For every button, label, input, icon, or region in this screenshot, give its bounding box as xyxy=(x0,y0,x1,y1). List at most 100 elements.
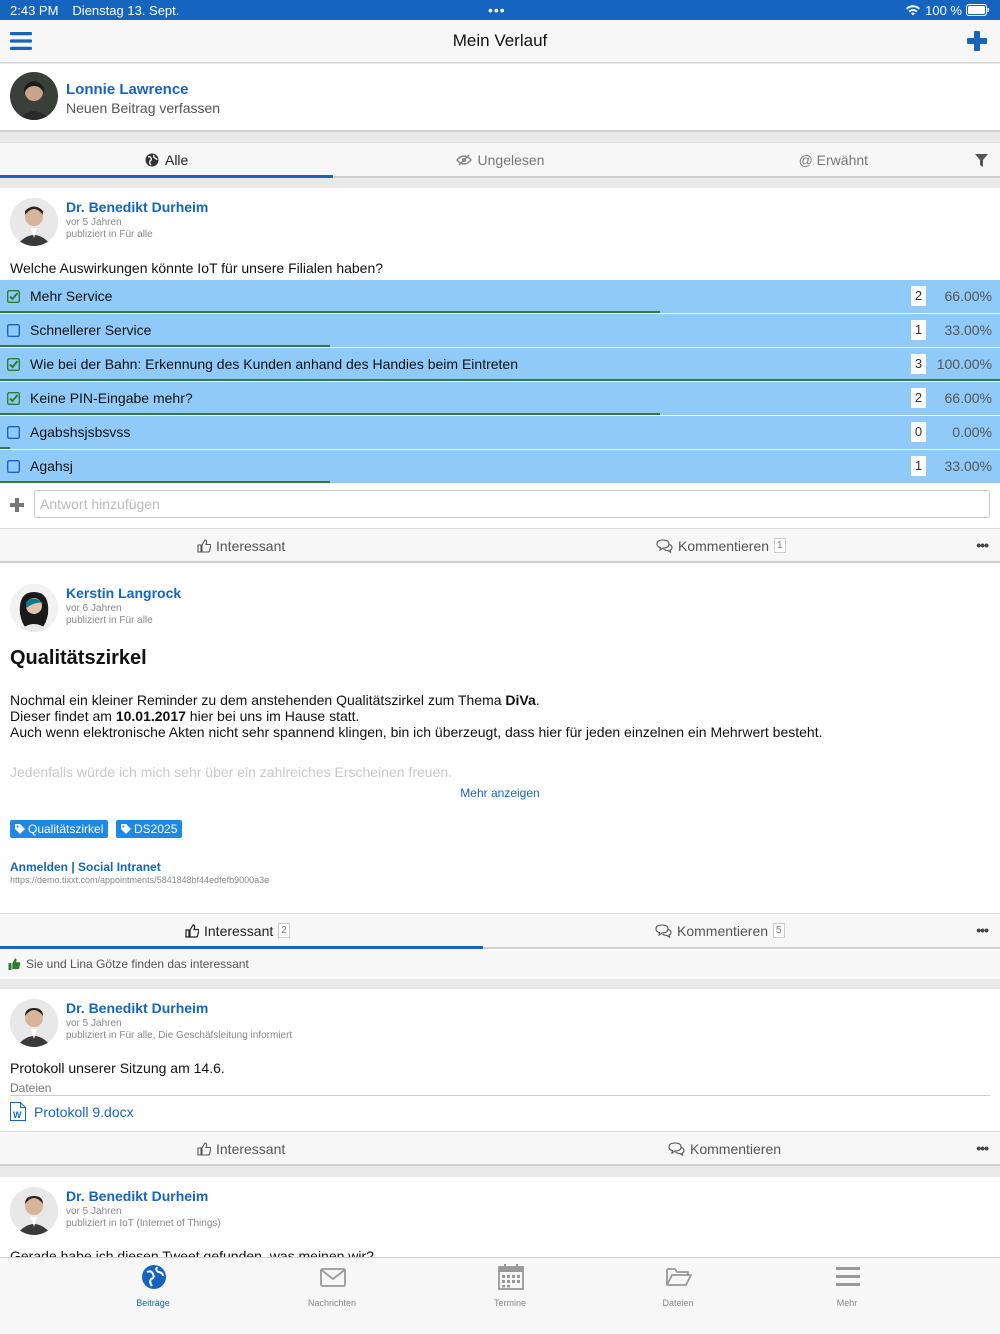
likers-row[interactable]: Sie und Lina Götze finden das interessan… xyxy=(0,950,1000,977)
tab-files[interactable]: Dateien xyxy=(623,1258,733,1318)
comments-icon xyxy=(668,1141,685,1156)
plus-icon[interactable] xyxy=(10,498,24,512)
poll-option[interactable]: Agabshsjsbsvss 0 0.00% xyxy=(0,416,1000,449)
tab-more[interactable]: Mehr xyxy=(792,1258,902,1318)
thumbs-up-icon xyxy=(185,923,199,938)
poll-option[interactable]: Keine PIN-Eingabe mehr? 2 66.00% xyxy=(0,382,1000,415)
thumbs-up-icon xyxy=(197,1141,211,1156)
envelope-icon xyxy=(320,1268,346,1287)
checkbox-checked-icon[interactable] xyxy=(7,290,20,303)
composer[interactable]: Lonnie Lawrence Neuen Beitrag verfassen xyxy=(0,64,1000,132)
checkbox-checked-icon[interactable] xyxy=(7,358,20,371)
app-root: 2:43 PM Dienstag 13. Sept. ••• 100 % Mei… xyxy=(0,0,1000,1334)
post-card-article: Kerstin Langrock vor 6 Jahren publiziert… xyxy=(0,574,1000,979)
likers-text: Sie und Lina Götze finden das interessan… xyxy=(26,956,249,971)
multitask-dots-icon[interactable]: ••• xyxy=(488,3,506,17)
add-post-plus-icon[interactable] xyxy=(966,30,988,52)
post-time[interactable]: vor 5 Jahren xyxy=(66,1018,122,1029)
calendar-icon xyxy=(498,1264,524,1290)
composer-prompt[interactable]: Neuen Beitrag verfassen xyxy=(66,100,220,116)
add-answer-row xyxy=(0,486,1000,526)
like-button[interactable]: Interessant 2 xyxy=(185,914,290,947)
tab-posts[interactable]: Beiträge xyxy=(98,1258,208,1318)
comment-button[interactable]: Kommentieren xyxy=(668,1132,781,1165)
post-author[interactable]: Dr. Benedikt Durheim xyxy=(66,199,208,215)
post-actions: Interessant Kommentieren ••• xyxy=(0,1131,1000,1166)
link-preview-title[interactable]: Anmelden | Social Intranet xyxy=(10,860,161,874)
poll-percent: 66.00% xyxy=(944,390,992,406)
avatar[interactable] xyxy=(10,584,58,632)
tab-mentioned[interactable]: @ Erwähnt xyxy=(667,143,1000,176)
link-preview-url[interactable]: https://demo.tixxt.com/appointments/5841… xyxy=(10,875,269,885)
post-author[interactable]: Dr. Benedikt Durheim xyxy=(66,1188,208,1204)
post-text: Gerade habe ich diesen Tweet gefunden, w… xyxy=(10,1248,374,1257)
more-options-icon[interactable]: ••• xyxy=(976,1140,989,1156)
comment-label: Kommentieren xyxy=(678,537,770,554)
tag-icon xyxy=(15,824,25,834)
post-author[interactable]: Dr. Benedikt Durheim xyxy=(66,1000,208,1016)
post-author[interactable]: Kerstin Langrock xyxy=(66,585,181,601)
post-published-in: publiziert in Für alle xyxy=(66,229,153,240)
tab-label: Nachrichten xyxy=(307,1298,357,1308)
tag-ds2025[interactable]: DS2025 xyxy=(116,820,183,838)
poll-percent: 100.00% xyxy=(936,356,992,372)
hamburger-menu-icon[interactable] xyxy=(10,32,32,50)
checkbox-empty-icon[interactable] xyxy=(7,460,20,473)
comment-label: Kommentieren xyxy=(690,1140,782,1157)
tab-unread[interactable]: Ungelesen xyxy=(333,143,666,176)
show-more-link[interactable]: Mehr anzeigen xyxy=(0,786,1000,800)
answer-input[interactable] xyxy=(34,490,990,518)
tab-label: @ Erwähnt xyxy=(798,151,869,168)
poll-vote-count: 1 xyxy=(911,320,926,340)
post-body-line-1: Nochmal ein kleiner Reminder zu dem anst… xyxy=(10,692,540,708)
post-card-file: Dr. Benedikt Durheim vor 5 Jahren publiz… xyxy=(0,989,1000,1166)
avatar[interactable] xyxy=(10,999,58,1047)
tab-label: Termine xyxy=(493,1298,526,1308)
text-bold-segment: 10.01.2017 xyxy=(115,708,186,724)
poll-option[interactable]: Schnellerer Service 1 33.00% xyxy=(0,314,1000,347)
bottom-tab-bar: Beiträge Nachrichten Termine Dateien Meh… xyxy=(0,1257,1000,1334)
poll-option[interactable]: Agahsj 1 33.00% xyxy=(0,450,1000,483)
poll-percent: 33.00% xyxy=(944,322,992,338)
poll-progress-bar xyxy=(0,345,330,347)
status-bar: 2:43 PM Dienstag 13. Sept. ••• 100 % xyxy=(0,0,1000,20)
post-time[interactable]: vor 5 Jahren xyxy=(66,1206,122,1217)
post-time[interactable]: vor 6 Jahren xyxy=(66,603,122,614)
svg-text:W: W xyxy=(13,1110,22,1120)
poll-option-label: Mehr Service xyxy=(30,288,113,304)
checkbox-empty-icon[interactable] xyxy=(7,324,20,337)
checkbox-checked-icon[interactable] xyxy=(7,392,20,405)
status-right: 100 % xyxy=(905,3,990,18)
like-count-badge: 2 xyxy=(278,923,290,938)
poll-option-label: Agahsj xyxy=(30,458,73,474)
comment-button[interactable]: Kommentieren 1 xyxy=(656,529,786,562)
like-button[interactable]: Interessant xyxy=(197,529,285,562)
tab-appointments[interactable]: Termine xyxy=(455,1258,565,1318)
comment-count-badge: 1 xyxy=(774,538,786,553)
thumbs-up-icon xyxy=(197,538,211,553)
poll-option[interactable]: Mehr Service 2 66.00% xyxy=(0,280,1000,313)
poll-progress-bar xyxy=(0,311,660,313)
comment-count-badge: 5 xyxy=(773,923,785,938)
comments-icon xyxy=(655,923,672,938)
avatar[interactable] xyxy=(10,1187,58,1235)
filter-funnel-icon[interactable] xyxy=(975,154,988,167)
tab-label: Ungelesen xyxy=(477,151,545,168)
poll-option[interactable]: Wie bei der Bahn: Erkennung des Kunden a… xyxy=(0,348,1000,381)
tab-messages[interactable]: Nachrichten xyxy=(277,1258,387,1318)
like-button[interactable]: Interessant xyxy=(197,1132,285,1165)
folder-open-icon xyxy=(666,1268,692,1286)
files-divider xyxy=(10,1095,990,1096)
composer-user-name[interactable]: Lonnie Lawrence xyxy=(66,81,189,98)
tag-qualitaetszirkel[interactable]: Qualitätszirkel xyxy=(10,820,109,838)
checkbox-empty-icon[interactable] xyxy=(7,426,20,439)
poll-progress-bar xyxy=(0,413,660,415)
more-options-icon[interactable]: ••• xyxy=(976,537,989,553)
avatar[interactable] xyxy=(10,198,58,246)
comment-button[interactable]: Kommentieren 5 xyxy=(655,914,785,947)
nav-bar: Mein Verlauf xyxy=(0,20,1000,63)
post-time[interactable]: vor 5 Jahren xyxy=(66,217,122,228)
tab-all[interactable]: Alle xyxy=(0,143,334,178)
file-attachment[interactable]: W Protokoll 9.docx xyxy=(10,1102,134,1121)
more-options-icon[interactable]: ••• xyxy=(976,922,989,938)
